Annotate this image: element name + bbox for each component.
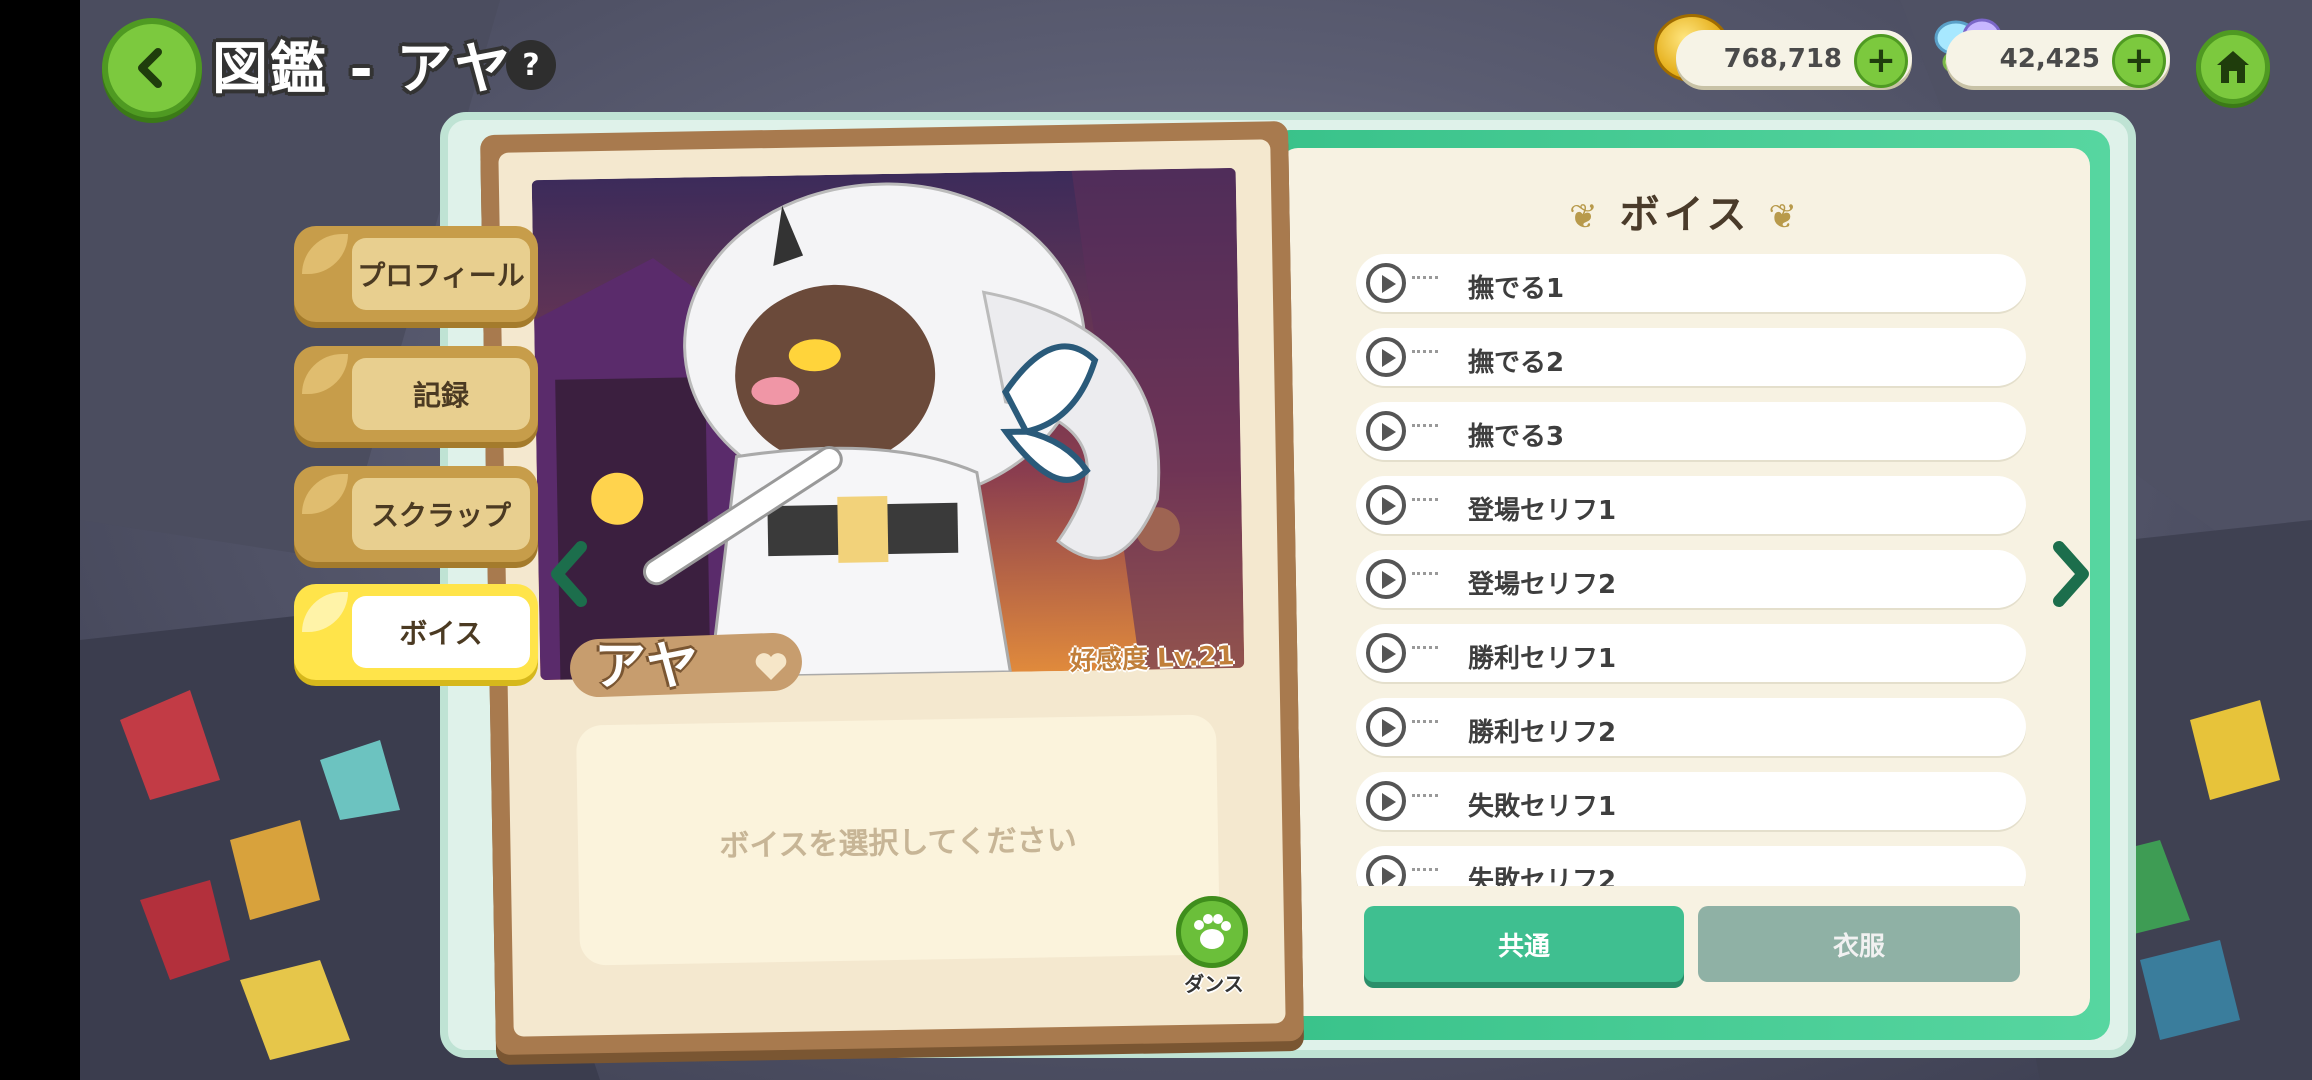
voice-panel-title: ❦ ボイス ❦ (1569, 192, 1801, 238)
leaf-icon (302, 474, 348, 514)
voice-item[interactable]: 失敗セリフ1 (1356, 772, 2026, 830)
butterfly-counter: 42,425 + (1946, 30, 2170, 88)
divider (1412, 276, 1438, 279)
laurel-right-icon: ❦ (1768, 197, 1801, 237)
chevron-right-icon (2053, 541, 2089, 607)
divider (1412, 424, 1438, 427)
divider (1412, 498, 1438, 501)
divider (1412, 720, 1438, 723)
voice-item[interactable]: 撫でる2 (1356, 328, 2026, 386)
prev-arrow-button[interactable] (540, 534, 600, 614)
tab-voice[interactable]: ボイス (294, 584, 538, 680)
divider (1412, 794, 1438, 797)
dance-button[interactable] (1176, 896, 1248, 968)
voice-item[interactable]: 撫でる1 (1356, 254, 2026, 312)
coin-amount: 768,718 (1723, 44, 1842, 74)
divider (1412, 868, 1438, 871)
play-icon[interactable] (1366, 781, 1406, 821)
play-icon[interactable] (1366, 263, 1406, 303)
play-icon[interactable] (1366, 707, 1406, 747)
character-portrait (531, 167, 1245, 681)
play-icon[interactable] (1366, 855, 1406, 886)
affinity-level: 好感度 Lv.21 (1069, 641, 1236, 677)
home-icon (2217, 51, 2249, 83)
chevron-left-icon (551, 541, 587, 607)
character-name: アヤ (594, 637, 699, 697)
voice-list[interactable]: 撫でる1 撫でる2 撫でる3 登場セリフ1 登場セリフ2 勝利セリフ1 勝利セリ… (1356, 254, 2026, 886)
divider (1412, 646, 1438, 649)
dance-label: ダンス (1184, 972, 1244, 996)
help-icon[interactable]: ? (506, 40, 556, 90)
voice-item[interactable]: 登場セリフ1 (1356, 476, 2026, 534)
back-button[interactable] (102, 18, 202, 118)
tab-records[interactable]: 記録 (294, 346, 538, 442)
play-icon[interactable] (1366, 337, 1406, 377)
voice-item[interactable]: 失敗セリフ2 (1356, 846, 2026, 886)
play-icon[interactable] (1366, 633, 1406, 673)
page-title: 図鑑 - アヤ (212, 37, 513, 102)
home-button[interactable] (2196, 30, 2270, 104)
next-arrow-button[interactable] (2040, 534, 2100, 614)
tab-profile[interactable]: プロフィール (294, 226, 538, 322)
play-icon[interactable] (1366, 559, 1406, 599)
laurel-left-icon: ❦ (1569, 197, 1602, 237)
voice-item[interactable]: 勝利セリフ1 (1356, 624, 2026, 682)
leaf-icon (302, 234, 348, 274)
divider (1412, 350, 1438, 353)
tab-scrap[interactable]: スクラップ (294, 466, 538, 562)
voice-item[interactable]: 勝利セリフ2 (1356, 698, 2026, 756)
leaf-icon (302, 354, 348, 394)
divider (1412, 572, 1438, 575)
tab-outfit[interactable]: 衣服 (1698, 906, 2020, 982)
chevron-left-icon (138, 48, 162, 88)
play-icon[interactable] (1366, 485, 1406, 525)
tab-common[interactable]: 共通 (1364, 906, 1684, 982)
add-butterflies-button[interactable]: + (2112, 34, 2166, 88)
voice-item[interactable]: 撫でる3 (1356, 402, 2026, 460)
paw-icon (1194, 914, 1231, 949)
heart-icon (755, 653, 787, 680)
voice-item[interactable]: 登場セリフ2 (1356, 550, 2026, 608)
leaf-icon (302, 592, 348, 632)
play-icon[interactable] (1366, 411, 1406, 451)
coin-counter: 768,718 + (1676, 30, 1912, 88)
butterfly-amount: 42,425 (1999, 44, 2100, 74)
add-coins-button[interactable]: + (1854, 34, 1908, 88)
